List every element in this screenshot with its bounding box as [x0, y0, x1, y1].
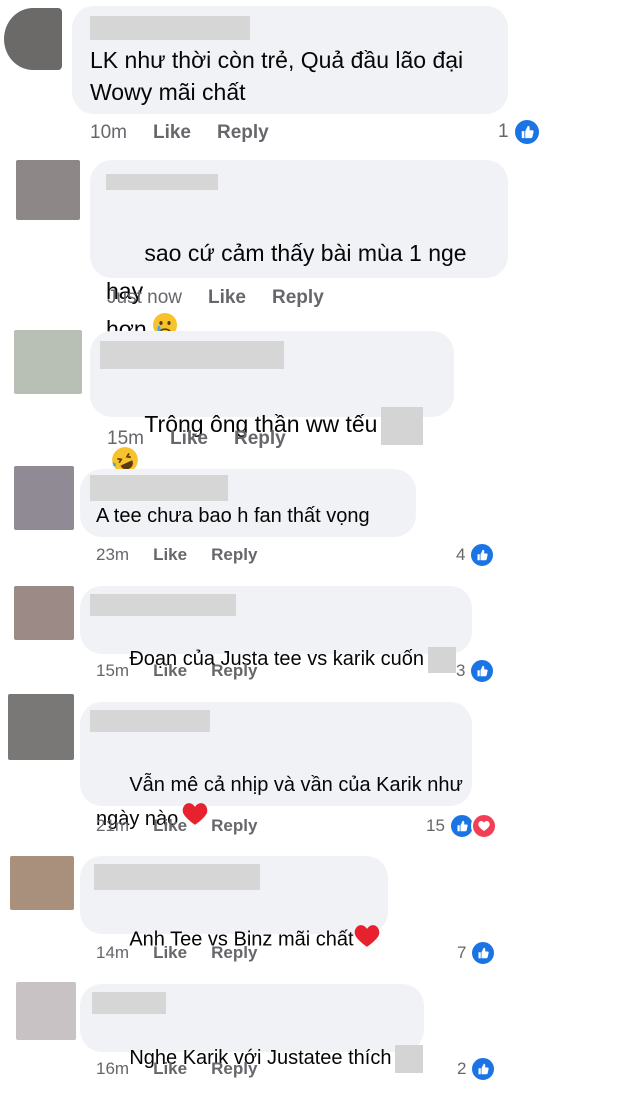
reply-button[interactable]: Reply — [211, 943, 257, 963]
comment-text: Đoạn của Justa tee vs karik cuốn — [96, 620, 456, 699]
author-name-redacted[interactable] — [90, 710, 210, 732]
reply-button[interactable]: Reply — [272, 287, 324, 309]
like-button[interactable]: Like — [170, 428, 208, 450]
reply-button[interactable]: Reply — [234, 428, 286, 450]
avatar[interactable] — [14, 330, 82, 394]
reaction-number: 3 — [456, 661, 466, 680]
like-button[interactable]: Like — [153, 1059, 187, 1079]
reaction-number: 7 — [457, 943, 467, 962]
like-reaction-icon — [469, 542, 496, 568]
avatar[interactable] — [8, 694, 74, 760]
comment-bubble: Nghe Karik với Justatee thích — [80, 984, 424, 1073]
comment-meta: 15m Like Reply — [96, 661, 257, 681]
timestamp[interactable]: 15m — [96, 661, 129, 681]
timestamp[interactable]: 10m — [90, 122, 127, 144]
avatar[interactable] — [14, 586, 74, 640]
reaction-count[interactable]: 7 — [457, 940, 497, 966]
author-name-redacted[interactable] — [92, 992, 166, 1014]
reaction-count[interactable]: 15 — [426, 813, 497, 839]
comment-text: Anh Tee vs Binz mãi chất — [96, 896, 380, 984]
redacted-block — [427, 646, 456, 673]
comment-text: LK như thời còn trẻ, Quả đầu lão đại Wow… — [90, 47, 464, 105]
reaction-count[interactable]: 4 — [456, 542, 496, 568]
comment-meta: Just now Like Reply — [107, 287, 324, 309]
comment-meta: 23m Like Reply — [96, 545, 257, 565]
reply-button[interactable]: Reply — [211, 816, 257, 836]
comment-bubble: LK như thời còn trẻ, Quả đầu lão đại Wow… — [72, 6, 508, 114]
timestamp[interactable]: Just now — [107, 287, 182, 309]
reply-button[interactable]: Reply — [211, 1059, 257, 1079]
avatar[interactable] — [14, 466, 74, 530]
reaction-count[interactable]: 2 — [457, 1056, 497, 1082]
comment-bubble: Anh Tee vs Binz mãi chất — [80, 856, 388, 950]
comment-bubble: sao cứ cảm thấy bài mùa 1 nge hay hơn — [90, 160, 508, 342]
love-reaction-icon — [470, 813, 497, 839]
comment-text: A tee chưa bao h fan thất vọng — [96, 505, 370, 527]
like-reaction-icon — [470, 1056, 497, 1082]
comment-meta: 10m Like Reply — [90, 122, 269, 144]
comment-text: Vẫn mê cả nhịp và vần của Karik như ngày… — [96, 734, 463, 871]
like-button[interactable]: Like — [153, 122, 191, 144]
timestamp[interactable]: 15m — [107, 428, 144, 450]
reply-button[interactable]: Reply — [211, 661, 257, 681]
avatar[interactable] — [16, 160, 80, 220]
like-reaction-icon — [470, 940, 497, 966]
avatar[interactable] — [4, 8, 62, 70]
reaction-count[interactable]: 3 — [456, 658, 496, 684]
reply-button[interactable]: Reply — [211, 545, 257, 565]
timestamp[interactable]: 21m — [96, 816, 129, 836]
reaction-number: 4 — [456, 545, 466, 564]
comment-bubble: Vẫn mê cả nhịp và vần của Karik như ngày… — [80, 702, 472, 830]
timestamp[interactable]: 16m — [96, 1059, 129, 1079]
like-button[interactable]: Like — [153, 816, 187, 836]
comment-meta: 21m Like Reply — [96, 816, 257, 836]
like-reaction-icon — [512, 118, 541, 146]
avatar[interactable] — [16, 982, 76, 1040]
comment-meta: 16m Like Reply — [96, 1059, 257, 1079]
timestamp[interactable]: 23m — [96, 545, 129, 565]
comment-meta: 14m Like Reply — [96, 943, 257, 963]
like-button[interactable]: Like — [153, 661, 187, 681]
comment-bubble: Đoạn của Justa tee vs karik cuốn — [80, 586, 472, 673]
author-name-redacted[interactable] — [100, 341, 284, 369]
comment-bubble: A tee chưa bao h fan thất vọng — [80, 469, 416, 537]
reply-button[interactable]: Reply — [217, 122, 269, 144]
like-button[interactable]: Like — [153, 943, 187, 963]
like-reaction-icon — [469, 658, 496, 684]
like-button[interactable]: Like — [153, 545, 187, 565]
author-name-redacted[interactable] — [90, 594, 236, 616]
author-name-redacted[interactable] — [94, 864, 260, 890]
like-button[interactable]: Like — [208, 287, 246, 309]
timestamp[interactable]: 14m — [96, 943, 129, 963]
reaction-number: 2 — [457, 1059, 467, 1078]
redacted-block — [395, 1044, 424, 1073]
author-name-redacted[interactable] — [90, 475, 228, 501]
comment-meta: 15m Like Reply — [107, 428, 286, 450]
reaction-number: 1 — [498, 121, 509, 142]
author-name-redacted[interactable] — [106, 174, 218, 190]
reaction-number: 15 — [426, 816, 445, 835]
heart-icon — [354, 924, 380, 956]
author-name-redacted[interactable] — [90, 16, 250, 40]
redacted-block — [381, 407, 424, 445]
comment-bubble: Trông ông thần ww tếu — [90, 331, 454, 473]
avatar[interactable] — [10, 856, 74, 910]
reaction-count[interactable]: 1 — [498, 118, 541, 146]
